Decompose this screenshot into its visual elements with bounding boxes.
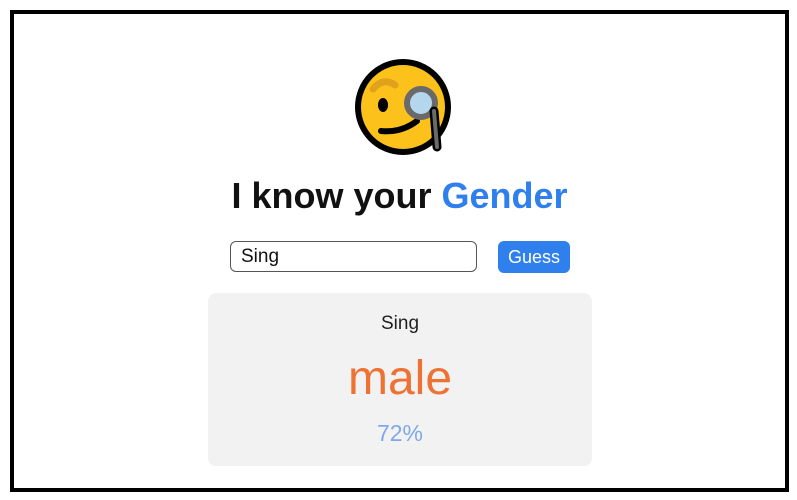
title-accent: Gender <box>441 175 568 216</box>
guess-button[interactable]: Guess <box>498 241 570 273</box>
page-title: I know your Gender <box>14 174 785 218</box>
result-card: Sing male 72% <box>208 293 592 466</box>
result-name: Sing <box>380 313 420 334</box>
result-gender: male <box>347 352 453 405</box>
result-probability: 72% <box>376 420 424 446</box>
app-frame: I know your Gender Guess Sing male 72% <box>10 10 789 492</box>
face-with-monocle-icon <box>355 59 451 155</box>
name-input[interactable] <box>230 241 477 272</box>
title-prefix: I know your <box>231 175 442 216</box>
